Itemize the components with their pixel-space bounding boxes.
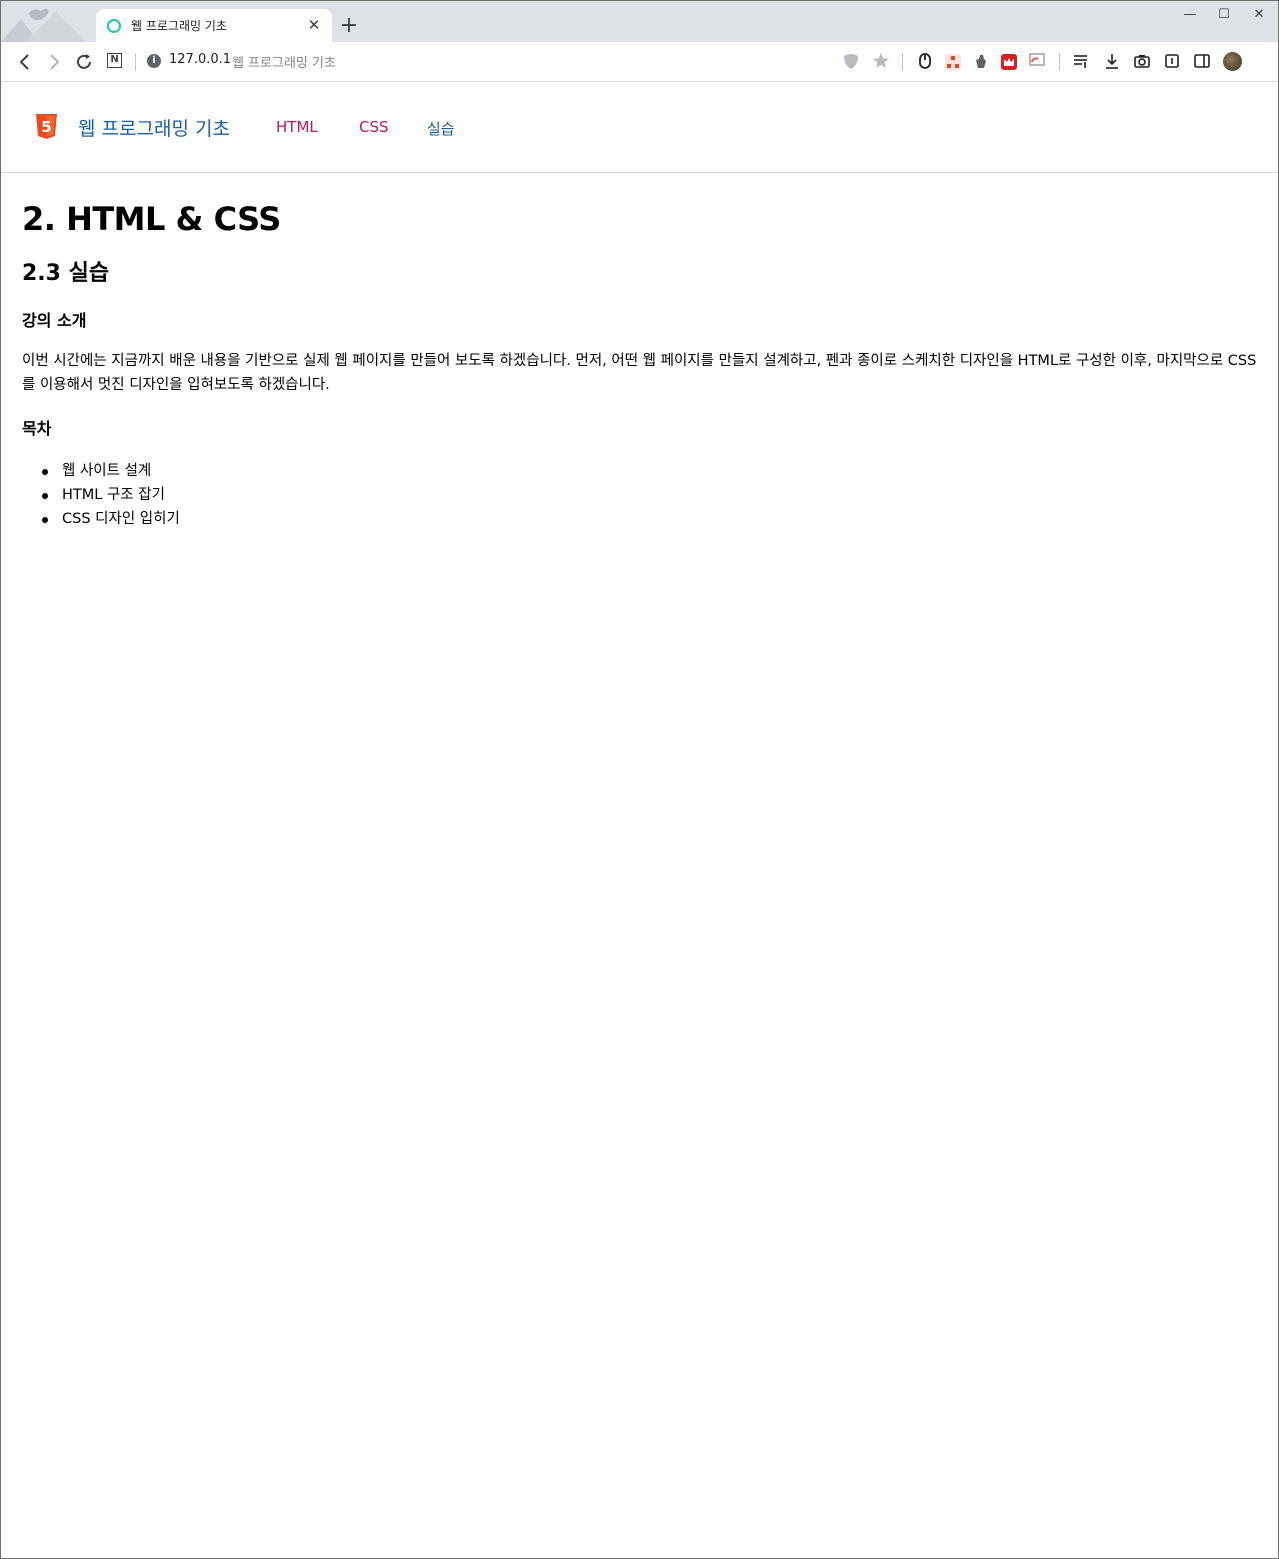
notion-extension-icon[interactable]: N — [107, 53, 122, 68]
intro-heading: 강의 소개 — [22, 311, 87, 330]
nav-link-practice[interactable]: 실습 — [427, 118, 455, 139]
profile-avatar[interactable] — [1223, 52, 1242, 71]
shield-icon[interactable] — [841, 52, 861, 72]
back-icon[interactable] — [13, 50, 37, 74]
mouse-extension-icon[interactable] — [915, 52, 935, 72]
section-title: 2.3 실습 — [22, 261, 110, 286]
cast-extension-icon[interactable] — [1027, 52, 1047, 72]
site-info-icon[interactable]: i — [147, 54, 161, 68]
bullet-icon — [42, 469, 48, 475]
tab-strip: 웹 프로그래밍 기초 ✕ + — ☐ ✕ — [1, 1, 1278, 42]
divider — [902, 53, 903, 71]
site-brand-link[interactable]: 웹 프로그래밍 기초 — [78, 114, 230, 141]
tab-active[interactable]: 웹 프로그래밍 기초 ✕ — [96, 9, 332, 42]
toc-list: 웹 사이트 설계 HTML 구조 잡기 CSS 디자인 입히기 — [22, 459, 1262, 531]
loading-favicon-icon — [107, 19, 121, 33]
toc-item-label: 웹 사이트 설계 — [62, 463, 152, 479]
divider — [135, 53, 136, 71]
side-panel-icon[interactable] — [1192, 52, 1212, 72]
minimize-button[interactable]: — — [1175, 5, 1205, 25]
main-content: 2. HTML & CSS 2.3 실습 강의 소개 이번 시간에는 지금까지 … — [22, 197, 1262, 531]
reading-list-icon[interactable] — [1071, 52, 1091, 72]
nav-link-css[interactable]: CSS — [359, 118, 389, 136]
reader-mode-icon[interactable] — [1162, 52, 1182, 72]
toc-item: HTML 구조 잡기 — [22, 483, 1262, 507]
tab-title: 웹 프로그래밍 기초 — [131, 19, 227, 33]
toc-item: 웹 사이트 설계 — [22, 459, 1262, 483]
page-title: 2. HTML & CSS — [22, 200, 281, 238]
close-window-button[interactable]: ✕ — [1244, 5, 1274, 25]
nav-link-html[interactable]: HTML — [276, 118, 318, 136]
toc-item-label: HTML 구조 잡기 — [62, 487, 165, 503]
forward-icon[interactable] — [42, 50, 66, 74]
tab-close-icon[interactable]: ✕ — [304, 15, 324, 35]
svg-text:5: 5 — [41, 118, 51, 136]
intro-paragraph: 이번 시간에는 지금까지 배운 내용을 기반으로 실제 웹 페이지를 만들어 보… — [22, 353, 1257, 393]
download-icon[interactable] — [1102, 52, 1122, 72]
toc-item: CSS 디자인 입히기 — [22, 507, 1262, 531]
site-header: 5 웹 프로그래밍 기초 HTML CSS 실습 — [1, 82, 1278, 173]
bullet-icon — [42, 517, 48, 523]
camera-icon[interactable] — [1132, 52, 1152, 72]
sitemap-extension-icon[interactable] — [945, 54, 961, 70]
theme-decoration — [1, 1, 97, 42]
hand-extension-icon[interactable] — [971, 52, 991, 72]
url-page-title[interactable]: 웹 프로그래밍 기초 — [232, 52, 336, 71]
toc-item-label: CSS 디자인 입히기 — [62, 511, 180, 527]
url-host[interactable]: 127.0.0.1 — [169, 52, 231, 67]
reload-icon[interactable] — [72, 50, 96, 74]
bullet-icon — [42, 493, 48, 499]
toc-heading: 목차 — [22, 419, 52, 438]
new-tab-button[interactable]: + — [338, 15, 360, 37]
crown-extension-icon[interactable] — [1001, 54, 1017, 70]
divider — [1059, 53, 1060, 71]
maximize-button[interactable]: ☐ — [1209, 5, 1239, 25]
bookmark-star-icon[interactable] — [871, 52, 891, 72]
browser-window: 웹 프로그래밍 기초 ✕ + — ☐ ✕ N i 127.0.0.1 웹 프로그… — [0, 0, 1279, 1559]
html5-logo-icon[interactable]: 5 — [36, 114, 57, 139]
browser-toolbar: N i 127.0.0.1 웹 프로그래밍 기초 — [1, 42, 1278, 82]
